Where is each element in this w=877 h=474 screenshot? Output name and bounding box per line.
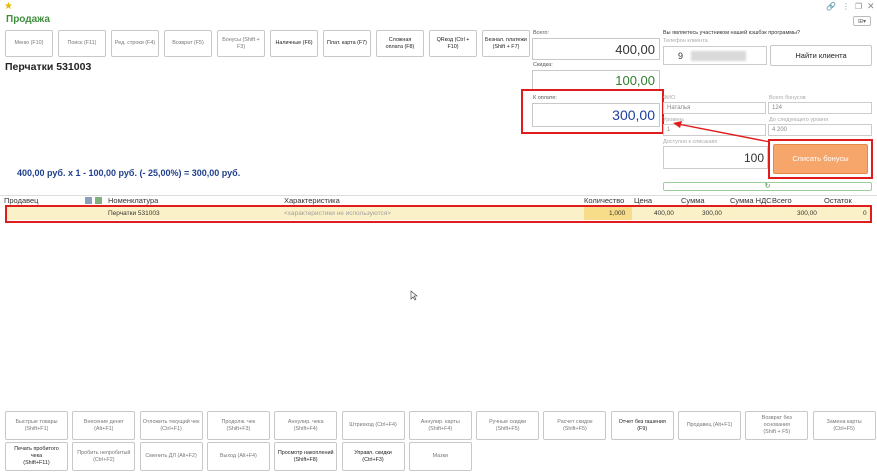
bottom-button-3[interactable]: Продолж. чек (Shift+F3) [206,411,270,440]
bottom-button-6[interactable]: Аннулир. карты (Shift+F4) [408,411,472,440]
bottom-button-8[interactable]: Расчет скидок (Shift+F5) [543,411,607,440]
bottom-button-row2-5[interactable]: Управл. скидки (Ctrl+F3) [341,442,405,471]
toolbar-button-2[interactable]: Ред. строки (F4) [111,30,159,57]
mouse-cursor [410,290,418,301]
bottom-button-row2-2[interactable]: Сменить ДЛ (Alt+F2) [139,442,203,471]
bottom-button-1[interactable]: Внесение денег (Alt+F1) [72,411,136,440]
restore-icon[interactable]: ❐ [855,2,862,11]
bottom-button-0[interactable]: Быстрые товары (Shift+F1) [5,411,68,440]
bottom-button-12[interactable]: Замена карты (Ctrl+F5) [812,411,876,440]
discount-value: 100,00 [532,70,660,90]
to-pay-value: 300,00 [532,103,660,127]
writeoff-bonus-button[interactable]: Списать бонусы [773,144,868,174]
star-icon[interactable]: ★ [4,1,13,12]
link-icon[interactable]: 🔗 [826,2,836,11]
next-level-field: 4 200 [768,124,872,136]
window-title: Продажа [6,14,50,25]
phone-label: Телефон клиента [663,38,708,44]
col-sum[interactable]: Сумма [681,196,705,205]
more-icon[interactable]: ⋮ [842,2,850,11]
bottom-button-4[interactable]: Аннулир. чека (Shift+F4) [274,411,338,440]
col-total[interactable]: Всего [772,196,792,205]
col-seller[interactable]: Продавец [4,196,38,205]
fio-label: ФИО [663,95,676,101]
toolbar-button-7[interactable]: Сложная оплата (F8) [376,30,424,57]
loyalty-question: Вы являетесь участником нашей кэшбэк про… [663,30,801,36]
close-icon[interactable]: ✕ [867,1,875,12]
total-value: 400,00 [532,38,660,60]
col-rest[interactable]: Остаток [824,196,852,205]
row-price: 400,00 [654,210,674,217]
row-sum: 300,00 [702,210,722,217]
toolbar-button-3[interactable]: Возврат (F5) [164,30,212,57]
available-value: 100 [743,150,764,165]
col-vat[interactable]: Сумма НДС [730,196,772,205]
more-menu-button[interactable]: ⊞▾ [853,16,871,26]
toolbar-button-1[interactable]: Поиск (F11) [58,30,106,57]
bottom-button-row2-1[interactable]: Пробить непробитый (Ctrl+F2) [72,442,136,471]
toolbar-button-5[interactable]: Наличные (F6) [270,30,318,57]
bottom-button-2[interactable]: Отложить текущий чек (Ctrl+F1) [139,411,203,440]
available-field: 100 [663,146,768,169]
bonus-total-field: 124 [768,102,872,114]
next-level-label: До следующего уровня [769,117,829,123]
row-qty: 1,000 [609,210,626,217]
refresh-button[interactable]: ↻ [663,182,872,191]
toolbar-button-9[interactable]: Безнал. платежи (Shift + F7) [482,30,530,57]
discount-label: Скидка: [533,62,553,68]
bottom-button-row2-0[interactable]: Печать пробитого чека (Shift+F11) [5,442,68,471]
refresh-icon: ↻ [764,183,771,190]
row-item: Перчатки 531003 [108,210,160,217]
product-name: Перчатки 531003 [5,61,92,73]
table-icon[interactable] [95,197,102,204]
bottom-button-row2-4[interactable]: Просмотр накоплений (Shift+F8) [274,442,338,471]
bottom-button-5[interactable]: Штрихкод (Ctrl+F4) [341,411,405,440]
bottom-button-10[interactable]: Продавец (Alt+F1) [678,411,741,440]
toolbar-button-0[interactable]: Меню (F10) [5,30,53,57]
col-characteristic[interactable]: Характеристика [284,196,340,205]
toolbar-button-8[interactable]: QRкод (Ctrl + F10) [429,30,477,57]
price-formula: 400,00 руб. x 1 - 100,00 руб. (- 25,00%)… [17,168,241,178]
col-qty[interactable]: Количество [584,196,624,205]
bottom-button-row2-3[interactable]: Выход (Alt+F4) [206,442,270,471]
row-rest: 0 [863,210,867,217]
toolbar-button-6[interactable]: Плат. карта (F7) [323,30,371,57]
total-label: Всего: [533,30,549,36]
find-client-button[interactable]: Найти клиента [770,45,872,66]
bottom-button-row2-6[interactable]: Мазки [408,442,472,471]
to-pay-label: К оплате: [533,95,557,101]
col-price[interactable]: Цена [634,196,652,205]
row-characteristic: <характеристики не используются> [284,210,392,217]
phone-value: 9 [678,50,684,61]
toolbar-button-4[interactable]: Бонусы (Shift + F3) [217,30,265,57]
bonus-total-label: Всего бонусов [769,95,806,101]
bottom-button-9[interactable]: Отчет без гашения (F9) [610,411,674,440]
phone-masked [691,50,747,61]
bottom-button-11[interactable]: Возврат без основания (Shift + F5) [745,411,809,440]
col-item[interactable]: Номенклатура [108,196,158,205]
bottom-button-7[interactable]: Ручные скидки (Shift+F5) [476,411,540,440]
grid-icon[interactable] [85,197,92,204]
fio-field: Наталья [663,102,766,114]
row-total: 300,00 [797,210,817,217]
annotation-arrow [673,121,771,143]
phone-input[interactable]: 9 [663,46,767,65]
